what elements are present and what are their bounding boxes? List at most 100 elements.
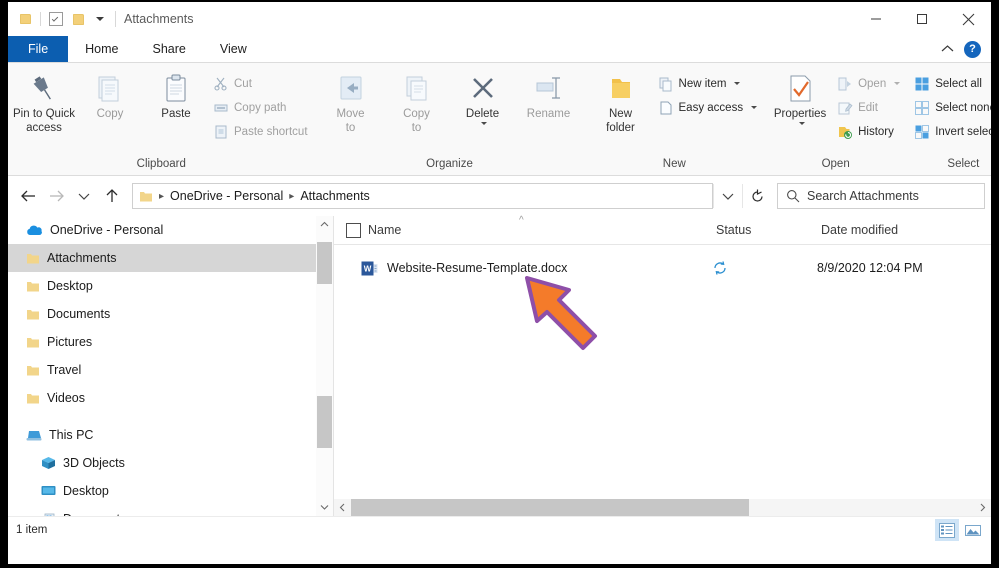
sidebar-item-desktop-onedrive[interactable]: Desktop [8,272,333,300]
scroll-up-icon[interactable] [316,216,333,233]
sidebar-item-3d-objects[interactable]: 3D Objects [8,449,333,477]
new-item-icon [658,76,674,92]
sidebar-item-attachments[interactable]: Attachments [8,244,334,272]
open-dropdown-icon[interactable] [894,82,901,85]
sidebar-scroll-thumb[interactable] [317,396,333,448]
paste-shortcut-icon [213,124,229,140]
properties-dropdown-icon[interactable] [798,122,805,125]
history-button[interactable]: History [833,121,904,142]
folder-icon [27,393,39,403]
breadcrumb-item-onedrive[interactable]: OneDrive - Personal [167,189,286,203]
sidebar-item-label: Desktop [63,484,109,498]
sidebar-item-desktop-thispc[interactable]: Desktop [8,477,333,505]
paste-shortcut-button[interactable]: Paste shortcut [209,121,312,142]
breadcrumb[interactable]: ▸ OneDrive - Personal ▸ Attachments [132,183,713,209]
pin-to-quick-access-button[interactable]: Pin to Quick access [11,70,77,134]
paste-button[interactable]: Paste [143,70,209,120]
edit-button[interactable]: Edit [833,97,904,118]
tab-file[interactable]: File [8,36,69,62]
file-name-cell[interactable]: W Website-Resume-Template.docx [334,260,709,277]
select-all-icon [914,76,930,92]
file-list-horizontal-scrollbar[interactable] [334,499,991,516]
sidebar-scrollbar[interactable] [316,216,334,516]
table-row[interactable]: W Website-Resume-Template.docx 8/9/2020 … [334,253,991,283]
title-bar: Attachments [8,2,991,36]
minimize-icon[interactable] [853,2,899,36]
select-all-checkbox[interactable] [346,223,361,238]
sidebar-item-documents-thispc[interactable]: Documents [8,505,333,516]
close-icon[interactable] [945,2,991,36]
open-small-buttons: Open Edit History [833,70,904,142]
copy-path-label: Copy path [234,101,287,114]
chevron-left-icon[interactable] [334,503,351,512]
move-to-button[interactable]: Move to [318,70,384,134]
easy-access-button[interactable]: Easy access [654,97,762,118]
new-item-dropdown-icon[interactable] [734,82,741,85]
select-none-button[interactable]: Select none [910,97,991,118]
hscroll-track[interactable] [351,499,974,516]
select-none-label: Select none [935,101,991,114]
up-arrow-icon[interactable] [98,182,126,210]
new-folder-icon[interactable] [67,8,89,30]
scroll-down-icon[interactable] [316,499,333,516]
chevron-right-icon[interactable] [974,503,991,512]
address-dropdown-icon[interactable] [713,184,742,208]
sidebar-scroll-thumb-upper[interactable] [317,242,333,284]
column-header-status[interactable]: Status [716,216,821,244]
breadcrumb-item-attachments[interactable]: Attachments [297,189,372,203]
search-input[interactable]: Search Attachments [777,183,985,209]
properties-button[interactable]: Properties [767,70,833,125]
refresh-icon[interactable] [742,184,771,208]
delete-dropdown-icon[interactable] [481,122,488,125]
details-view-button[interactable] [935,519,959,541]
easy-access-dropdown-icon[interactable] [751,106,758,109]
ribbon-group-select: Select all Select none Invert sele Selec… [907,63,991,175]
tab-view[interactable]: View [202,36,264,62]
back-arrow-icon[interactable] [14,182,42,210]
new-small-buttons: New item Easy access [654,70,762,118]
select-all-button[interactable]: Select all [910,73,991,94]
rename-button[interactable]: Rename [516,70,582,120]
pin-to-quick-access-label-2: access [26,122,62,134]
chevron-up-icon[interactable] [941,42,954,56]
recent-locations-icon[interactable] [70,182,98,210]
hscroll-thumb[interactable] [351,499,749,516]
new-item-button[interactable]: New item [654,73,762,94]
folder-icon[interactable] [14,8,36,30]
sidebar-item-this-pc[interactable]: This PC [8,421,333,449]
customize-dropdown-icon[interactable] [89,8,111,30]
sidebar-item-onedrive-personal[interactable]: OneDrive - Personal [8,216,333,244]
properties-icon[interactable] [45,8,67,30]
large-icons-view-button[interactable] [961,519,985,541]
copy-button[interactable]: Copy [77,70,143,120]
sidebar-item-travel[interactable]: Travel [8,356,333,384]
breadcrumb-separator: ▸ [159,190,165,202]
rename-icon [532,72,566,106]
column-header-date-modified[interactable]: Date modified [821,216,991,244]
new-folder-button[interactable]: New folder [588,70,654,134]
tab-share[interactable]: Share [135,36,203,62]
copy-path-button[interactable]: Copy path [209,97,312,118]
group-label-new: New [662,158,686,170]
sidebar-item-documents-onedrive[interactable]: Documents [8,300,333,328]
invert-selection-button[interactable]: Invert selection [910,121,991,142]
copy-to-button[interactable]: Copy to [384,70,450,134]
status-bar: 1 item [8,516,991,543]
sidebar-item-pictures[interactable]: Pictures [8,328,333,356]
open-button[interactable]: Open [833,73,904,94]
search-placeholder: Search Attachments [807,189,919,203]
tab-home[interactable]: Home [68,36,136,62]
column-header-name[interactable]: Name [334,216,716,244]
new-folder-label-2: folder [606,122,635,134]
maximize-icon[interactable] [899,2,945,36]
forward-arrow-icon[interactable] [42,182,70,210]
address-bar-controls: Search Attachments [713,183,985,209]
cut-button[interactable]: Cut [209,73,312,94]
cut-label: Cut [234,77,252,90]
folder-icon [27,253,39,263]
sidebar-item-videos[interactable]: Videos [8,384,333,412]
ribbon: Pin to Quick access Copy Paste Cut Copy … [8,62,991,176]
help-icon[interactable]: ? [964,40,981,58]
delete-button[interactable]: Delete [450,70,516,125]
copy-to-icon [400,72,434,106]
